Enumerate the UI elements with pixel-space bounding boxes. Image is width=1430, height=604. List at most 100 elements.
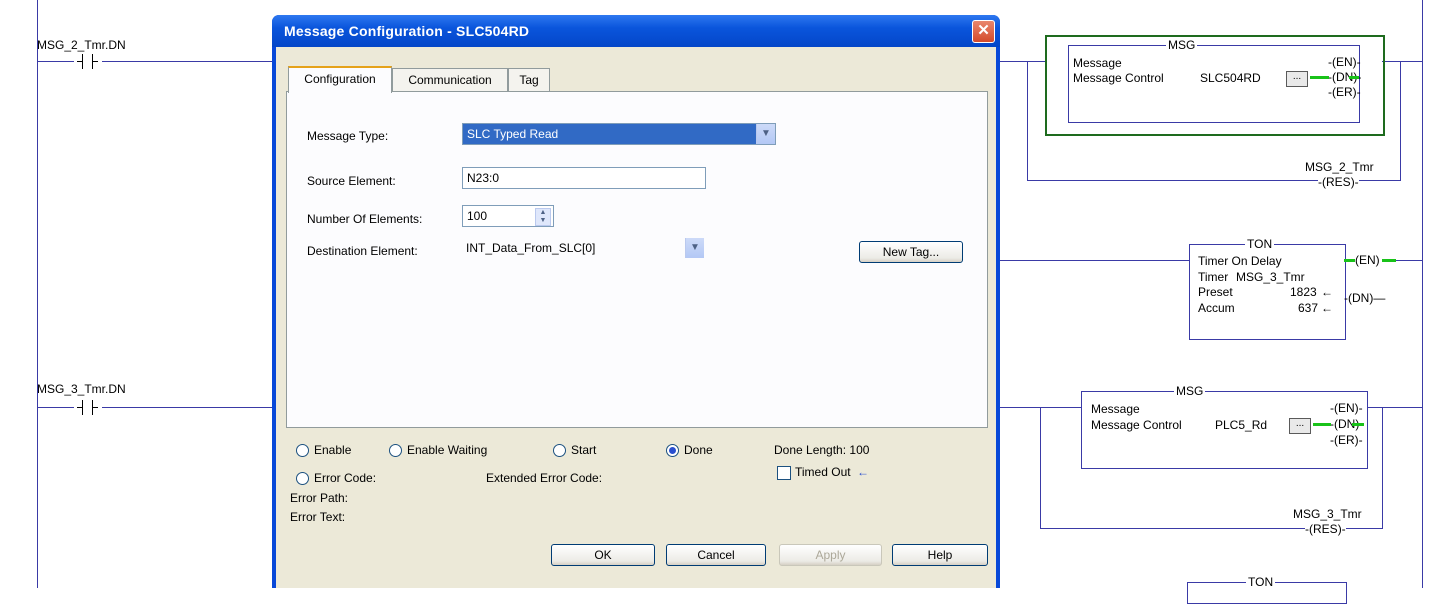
start-label: Start: [571, 443, 597, 457]
msg1-out-en: -(EN)-: [1328, 55, 1361, 69]
chevron-down-icon[interactable]: ▼: [685, 238, 704, 258]
rung1-output-wire: [1382, 61, 1422, 62]
msg2-row1: Message: [1091, 402, 1140, 416]
rung1-wire-right: [1000, 61, 1047, 62]
ton1-accum-label: Accum: [1198, 301, 1235, 315]
msg2-ellipsis-button[interactable]: ...: [1289, 418, 1311, 434]
source-element-input[interactable]: N23:0: [462, 167, 706, 189]
ton1-row1: Timer On Delay: [1198, 254, 1282, 268]
stepper-arrows-icon[interactable]: ▲ ▼: [535, 208, 551, 226]
msg2-dn-energized: [1313, 423, 1331, 426]
tab-communication[interactable]: Communication: [392, 68, 508, 91]
done-label: Done: [684, 443, 713, 457]
source-element-label: Source Element:: [307, 174, 396, 188]
ton1-accum-arrow: ←: [1321, 301, 1333, 315]
res1-coil[interactable]: -(RES)-: [1318, 175, 1359, 189]
start-indicator: [553, 444, 566, 457]
dialog-client-area: Configuration Communication Tag Message …: [276, 47, 996, 588]
res2-coil[interactable]: -(RES)-: [1305, 522, 1346, 536]
rung2-xic-contact[interactable]: [74, 400, 102, 415]
destination-element-label: Destination Element:: [307, 244, 418, 258]
message-configuration-dialog[interactable]: Message Configuration - SLC504RD ✕ Confi…: [272, 15, 1000, 588]
ton1-accum-value[interactable]: 637: [1298, 301, 1318, 315]
timed-out-arrow-icon: ←: [857, 465, 869, 479]
ton1-timer-value[interactable]: MSG_3_Tmr: [1236, 270, 1305, 284]
rung1-contact-tag[interactable]: MSG_2_Tmr.DN: [37, 38, 126, 52]
configuration-tab-panel: Message Type: SLC Typed Read ▼ Source El…: [286, 91, 988, 428]
left-power-rail: [37, 0, 38, 588]
msg1-dn-energized: [1310, 76, 1329, 79]
message-type-value: SLC Typed Read: [467, 127, 559, 141]
error-code-indicator: [296, 472, 309, 485]
ton1-timer-label: Timer: [1198, 270, 1229, 284]
rung2-wire-right: [1000, 407, 1082, 408]
rung2-branch-vertical: [1040, 407, 1041, 529]
error-code-label: Error Code:: [314, 471, 377, 485]
msg2-block-title: MSG: [1174, 384, 1206, 398]
done-indicator: [666, 444, 679, 457]
rung2-wire-left: [37, 407, 273, 408]
msg2-out-en: -(EN)-: [1330, 401, 1363, 415]
extended-error-code-label: Extended Error Code:: [486, 471, 603, 485]
tab-tag[interactable]: Tag: [508, 68, 550, 91]
message-type-label: Message Type:: [307, 129, 389, 143]
rung1-wire-left: [37, 61, 273, 62]
error-text-label: Error Text:: [290, 510, 346, 524]
rung2-output-wire: [1365, 407, 1422, 408]
help-button[interactable]: Help: [892, 544, 988, 566]
new-tag-button[interactable]: New Tag...: [859, 241, 963, 263]
number-of-elements-value: 100: [467, 209, 488, 223]
rung2-branch-up: [1382, 407, 1383, 529]
rung2-contact-tag[interactable]: MSG_3_Tmr.DN: [37, 382, 126, 396]
timed-out-label: Timed Out: [795, 465, 851, 479]
number-of-elements-stepper[interactable]: 100 ▲ ▼: [462, 205, 554, 227]
msg1-control-value[interactable]: SLC504RD: [1200, 71, 1261, 85]
ton1-preset-value[interactable]: 1823: [1290, 285, 1317, 299]
dialog-title: Message Configuration - SLC504RD: [284, 23, 530, 39]
msg1-dn-energized-right: [1349, 76, 1359, 79]
timed-out-checkbox[interactable]: [777, 466, 791, 480]
enable-waiting-label: Enable Waiting: [407, 443, 488, 457]
msg1-ellipsis-button[interactable]: ...: [1286, 71, 1308, 87]
rung1-xic-contact[interactable]: [74, 54, 102, 69]
enable-indicator: [296, 444, 309, 457]
ok-button[interactable]: OK: [551, 544, 655, 566]
ton1-out-en: (EN): [1355, 253, 1380, 267]
enable-label: Enable: [314, 443, 352, 457]
cancel-button[interactable]: Cancel: [666, 544, 766, 566]
close-icon: ✕: [977, 22, 990, 39]
msg2-control-value[interactable]: PLC5_Rd: [1215, 418, 1267, 432]
res1-tag[interactable]: MSG_2_Tmr: [1305, 160, 1374, 174]
right-power-rail: [1422, 0, 1423, 588]
dialog-titlebar[interactable]: Message Configuration - SLC504RD ✕: [272, 15, 1000, 47]
msg2-control-label: Message Control: [1091, 418, 1182, 432]
rung1-branch-up: [1400, 61, 1401, 181]
done-length: Done Length: 100: [774, 443, 870, 457]
ton1-out-dn: -(DN)—: [1344, 291, 1386, 305]
msg1-out-er: -(ER)-: [1328, 85, 1361, 99]
res2-tag[interactable]: MSG_3_Tmr: [1293, 507, 1362, 521]
ton1-en-energized: [1344, 259, 1355, 262]
number-of-elements-label: Number Of Elements:: [307, 212, 423, 226]
ton1-preset-label: Preset: [1198, 285, 1233, 299]
ton1-preset-arrow: ←: [1321, 285, 1333, 299]
tab-configuration[interactable]: Configuration: [288, 66, 392, 93]
message-type-dropdown[interactable]: SLC Typed Read ▼: [462, 123, 776, 145]
rung1-branch-vertical: [1027, 61, 1028, 181]
ton1-en-energized-right: [1382, 259, 1396, 262]
ton1-block-title: TON: [1245, 237, 1275, 251]
destination-element-value: INT_Data_From_SLC[0]: [466, 241, 596, 255]
destination-element-dropdown[interactable]: INT_Data_From_SLC[0] ▼: [462, 238, 704, 260]
chevron-down-icon[interactable]: ▼: [756, 124, 775, 144]
msg1-row1: Message: [1073, 56, 1122, 70]
apply-button[interactable]: Apply: [779, 544, 882, 566]
msg1-block-title: MSG: [1166, 38, 1198, 52]
ton2-block-title: TON: [1246, 575, 1276, 589]
msg2-dn-energized-right: [1352, 423, 1364, 426]
msg1-control-label: Message Control: [1073, 71, 1164, 85]
msg2-out-er: -(ER)-: [1330, 433, 1363, 447]
enable-waiting-indicator: [389, 444, 402, 457]
close-button[interactable]: ✕: [972, 20, 995, 43]
error-path-label: Error Path:: [290, 491, 349, 505]
rung-ton-wire-left: [1000, 260, 1190, 261]
